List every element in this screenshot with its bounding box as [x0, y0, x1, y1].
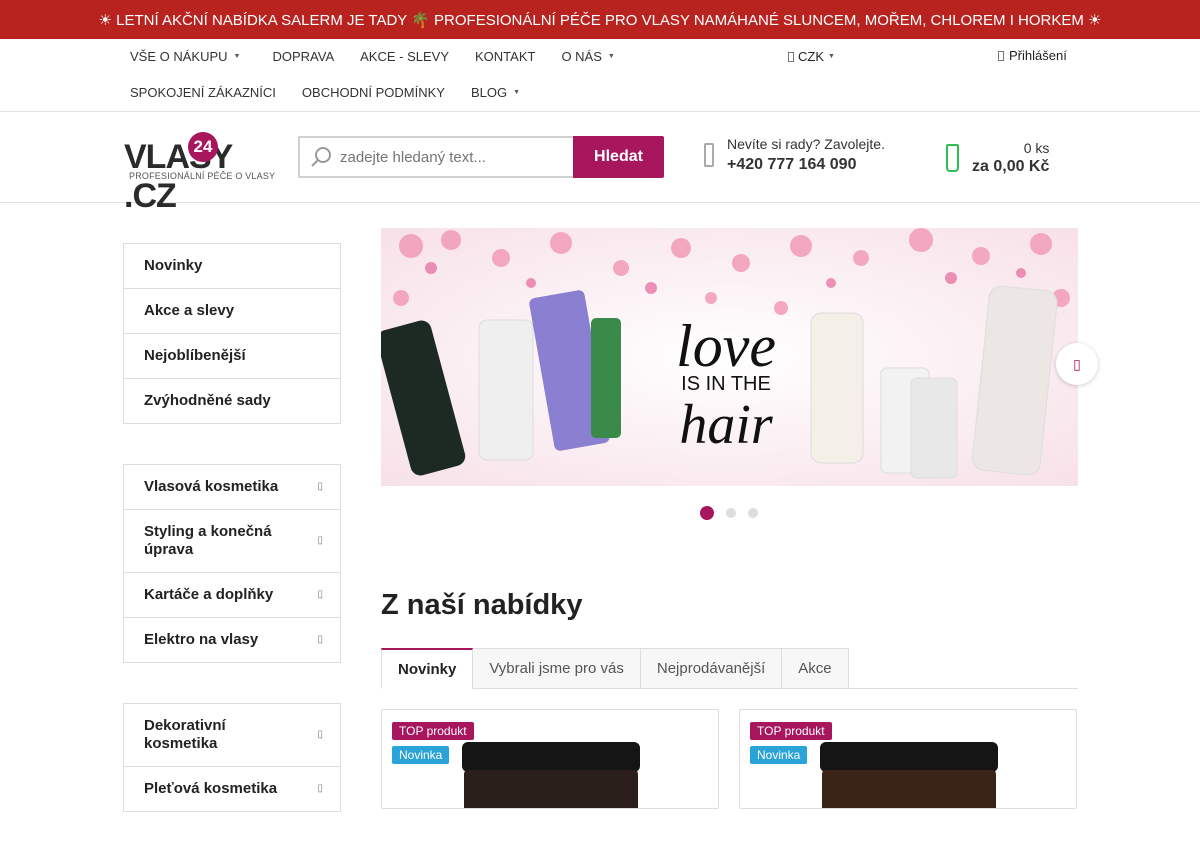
- nav-item-blog[interactable]: BLOG ▼: [459, 85, 532, 100]
- cart-count: 0 ks: [1023, 140, 1050, 156]
- banner-dot-3[interactable]: [748, 508, 758, 518]
- product-card[interactable]: TOP produkt Novinka: [381, 709, 719, 809]
- currency-selector[interactable]: CZK ▼: [788, 49, 835, 64]
- svg-text:IS IN THE: IS IN THE: [681, 373, 771, 395]
- site-logo[interactable]: VLASY.CZ 24 PROFESIONÁLNÍ PÉČE O VLASY: [124, 132, 284, 215]
- hero-banner[interactable]: love IS IN THE hair: [381, 228, 1078, 486]
- product-image: [462, 742, 640, 808]
- chevron-down-icon: ▼: [233, 53, 241, 60]
- product-card[interactable]: TOP produkt Novinka: [739, 709, 1077, 809]
- banner-next-button[interactable]: ▯: [1056, 343, 1098, 385]
- search-field: [298, 136, 573, 178]
- sidebar-item-pletova[interactable]: Pleťová kosmetika ▯: [124, 767, 340, 811]
- login-link[interactable]: Přihlášení: [998, 48, 1067, 63]
- banner-pagination: [700, 506, 758, 520]
- sidebar-item-elektro[interactable]: Elektro na vlasy ▯: [124, 618, 340, 662]
- chevron-right-icon: ▯: [317, 481, 323, 492]
- sidebar-group-cosmetics: Dekorativní kosmetika ▯ Pleťová kosmetika…: [123, 703, 341, 812]
- top-navigation: VŠE O NÁKUPU ▼ DOPRAVA AKCE - SLEVY KONTA…: [0, 39, 1200, 112]
- banner-dot-2[interactable]: [726, 508, 736, 518]
- svg-text:love: love: [676, 313, 776, 379]
- nav-item-spokojeni-zakaznici[interactable]: SPOKOJENÍ ZÁKAZNÍCI: [118, 85, 288, 100]
- sidebar-group-highlights: Novinky Akce a slevy Nejoblíbenější Zvýh…: [123, 243, 341, 424]
- top-product-badge: TOP produkt: [750, 722, 832, 740]
- svg-text:hair: hair: [679, 394, 773, 456]
- chevron-right-icon: ▯: [317, 729, 323, 740]
- nav-item-kontakt[interactable]: KONTAKT: [463, 49, 547, 64]
- product-image: [820, 742, 998, 808]
- contact-phone[interactable]: +420 777 164 090: [727, 156, 885, 174]
- logo-badge: 24: [188, 132, 218, 162]
- tab-nejprodavanejsi[interactable]: Nejprodávanější: [640, 648, 783, 689]
- chevron-down-icon: ▼: [828, 53, 835, 60]
- chevron-right-icon: ▯: [1073, 355, 1081, 372]
- sidebar-item-akce[interactable]: Akce a slevy: [124, 289, 340, 334]
- user-icon: [998, 50, 1004, 61]
- banner-artwork: love IS IN THE hair: [381, 228, 1078, 486]
- sidebar-item-nejoblibenejsi[interactable]: Nejoblíbenější: [124, 334, 340, 379]
- sidebar: Novinky Akce a slevy Nejoblíbenější Zvýh…: [123, 243, 341, 852]
- promo-bar[interactable]: ☀ LETNÍ AKČNÍ NABÍDKA SALERM JE TADY 🌴 P…: [0, 0, 1200, 39]
- nav-item-vse-o-nakupu[interactable]: VŠE O NÁKUPU ▼: [118, 49, 252, 64]
- nav-item-doprava[interactable]: DOPRAVA: [260, 49, 346, 64]
- currency-icon: [788, 51, 794, 62]
- chevron-right-icon: ▯: [317, 589, 323, 600]
- chevron-down-icon: ▼: [607, 53, 615, 60]
- nav-item-obchodni-podminky[interactable]: OBCHODNÍ PODMÍNKY: [290, 85, 457, 100]
- contact-question: Nevíte si rady? Zavolejte.: [727, 136, 885, 152]
- sidebar-item-kartace[interactable]: Kartáče a doplňky ▯: [124, 573, 340, 618]
- promo-text: ☀ LETNÍ AKČNÍ NABÍDKA SALERM JE TADY 🌴 P…: [98, 11, 1102, 29]
- logo-subtitle: PROFESIONÁLNÍ PÉČE O VLASY: [129, 171, 276, 181]
- sidebar-item-novinky[interactable]: Novinky: [124, 244, 340, 289]
- search-form: Hledat: [298, 136, 664, 178]
- sidebar-item-dekorativni[interactable]: Dekorativní kosmetika ▯: [124, 704, 340, 767]
- site-header: VLASY.CZ 24 PROFESIONÁLNÍ PÉČE O VLASY H…: [0, 112, 1200, 215]
- section-title: Z naší nabídky: [381, 589, 583, 621]
- nav-row-1: VŠE O NÁKUPU ▼ DOPRAVA AKCE - SLEVY KONTA…: [118, 49, 627, 64]
- banner-dot-1[interactable]: [700, 506, 714, 520]
- chevron-down-icon: ▼: [513, 89, 520, 96]
- sidebar-item-sady[interactable]: Zvýhodněné sady: [124, 379, 340, 423]
- chevron-right-icon: ▯: [317, 783, 323, 794]
- phone-icon: [704, 143, 714, 167]
- search-button[interactable]: Hledat: [573, 136, 664, 178]
- contact-info: Nevíte si rady? Zavolejte. +420 777 164 …: [704, 136, 885, 174]
- nav-item-o-nas[interactable]: O NÁS ▼: [549, 49, 626, 64]
- shopping-bag-icon: [946, 144, 959, 172]
- sidebar-item-vlasova-kosmetika[interactable]: Vlasová kosmetika ▯: [124, 465, 340, 510]
- sidebar-group-categories: Vlasová kosmetika ▯ Styling a konečná úpr…: [123, 464, 341, 663]
- tab-akce[interactable]: Akce: [782, 648, 849, 689]
- top-product-badge: TOP produkt: [392, 722, 474, 740]
- nav-row-2: SPOKOJENÍ ZÁKAZNÍCI OBCHODNÍ PODMÍNKY BL…: [118, 85, 532, 100]
- nav-item-akce-slevy[interactable]: AKCE - SLEVY: [348, 49, 461, 64]
- cart-widget[interactable]: 0 ks za 0,00 Kč: [946, 140, 1049, 176]
- new-badge: Novinka: [392, 746, 450, 764]
- search-icon: [311, 147, 331, 167]
- tab-vybrali-jsme[interactable]: Vybrali jsme pro vás: [473, 648, 641, 689]
- cart-sum: za 0,00 Kč: [972, 158, 1050, 175]
- tab-novinky[interactable]: Novinky: [381, 648, 474, 689]
- new-badge: Novinka: [750, 746, 808, 764]
- product-tabs: Novinky Vybrali jsme pro vás Nejprodávan…: [381, 648, 1078, 689]
- search-input[interactable]: [340, 148, 550, 166]
- chevron-right-icon: ▯: [317, 634, 323, 645]
- chevron-right-icon: ▯: [317, 535, 323, 546]
- sidebar-item-styling[interactable]: Styling a konečná úprava ▯: [124, 510, 340, 573]
